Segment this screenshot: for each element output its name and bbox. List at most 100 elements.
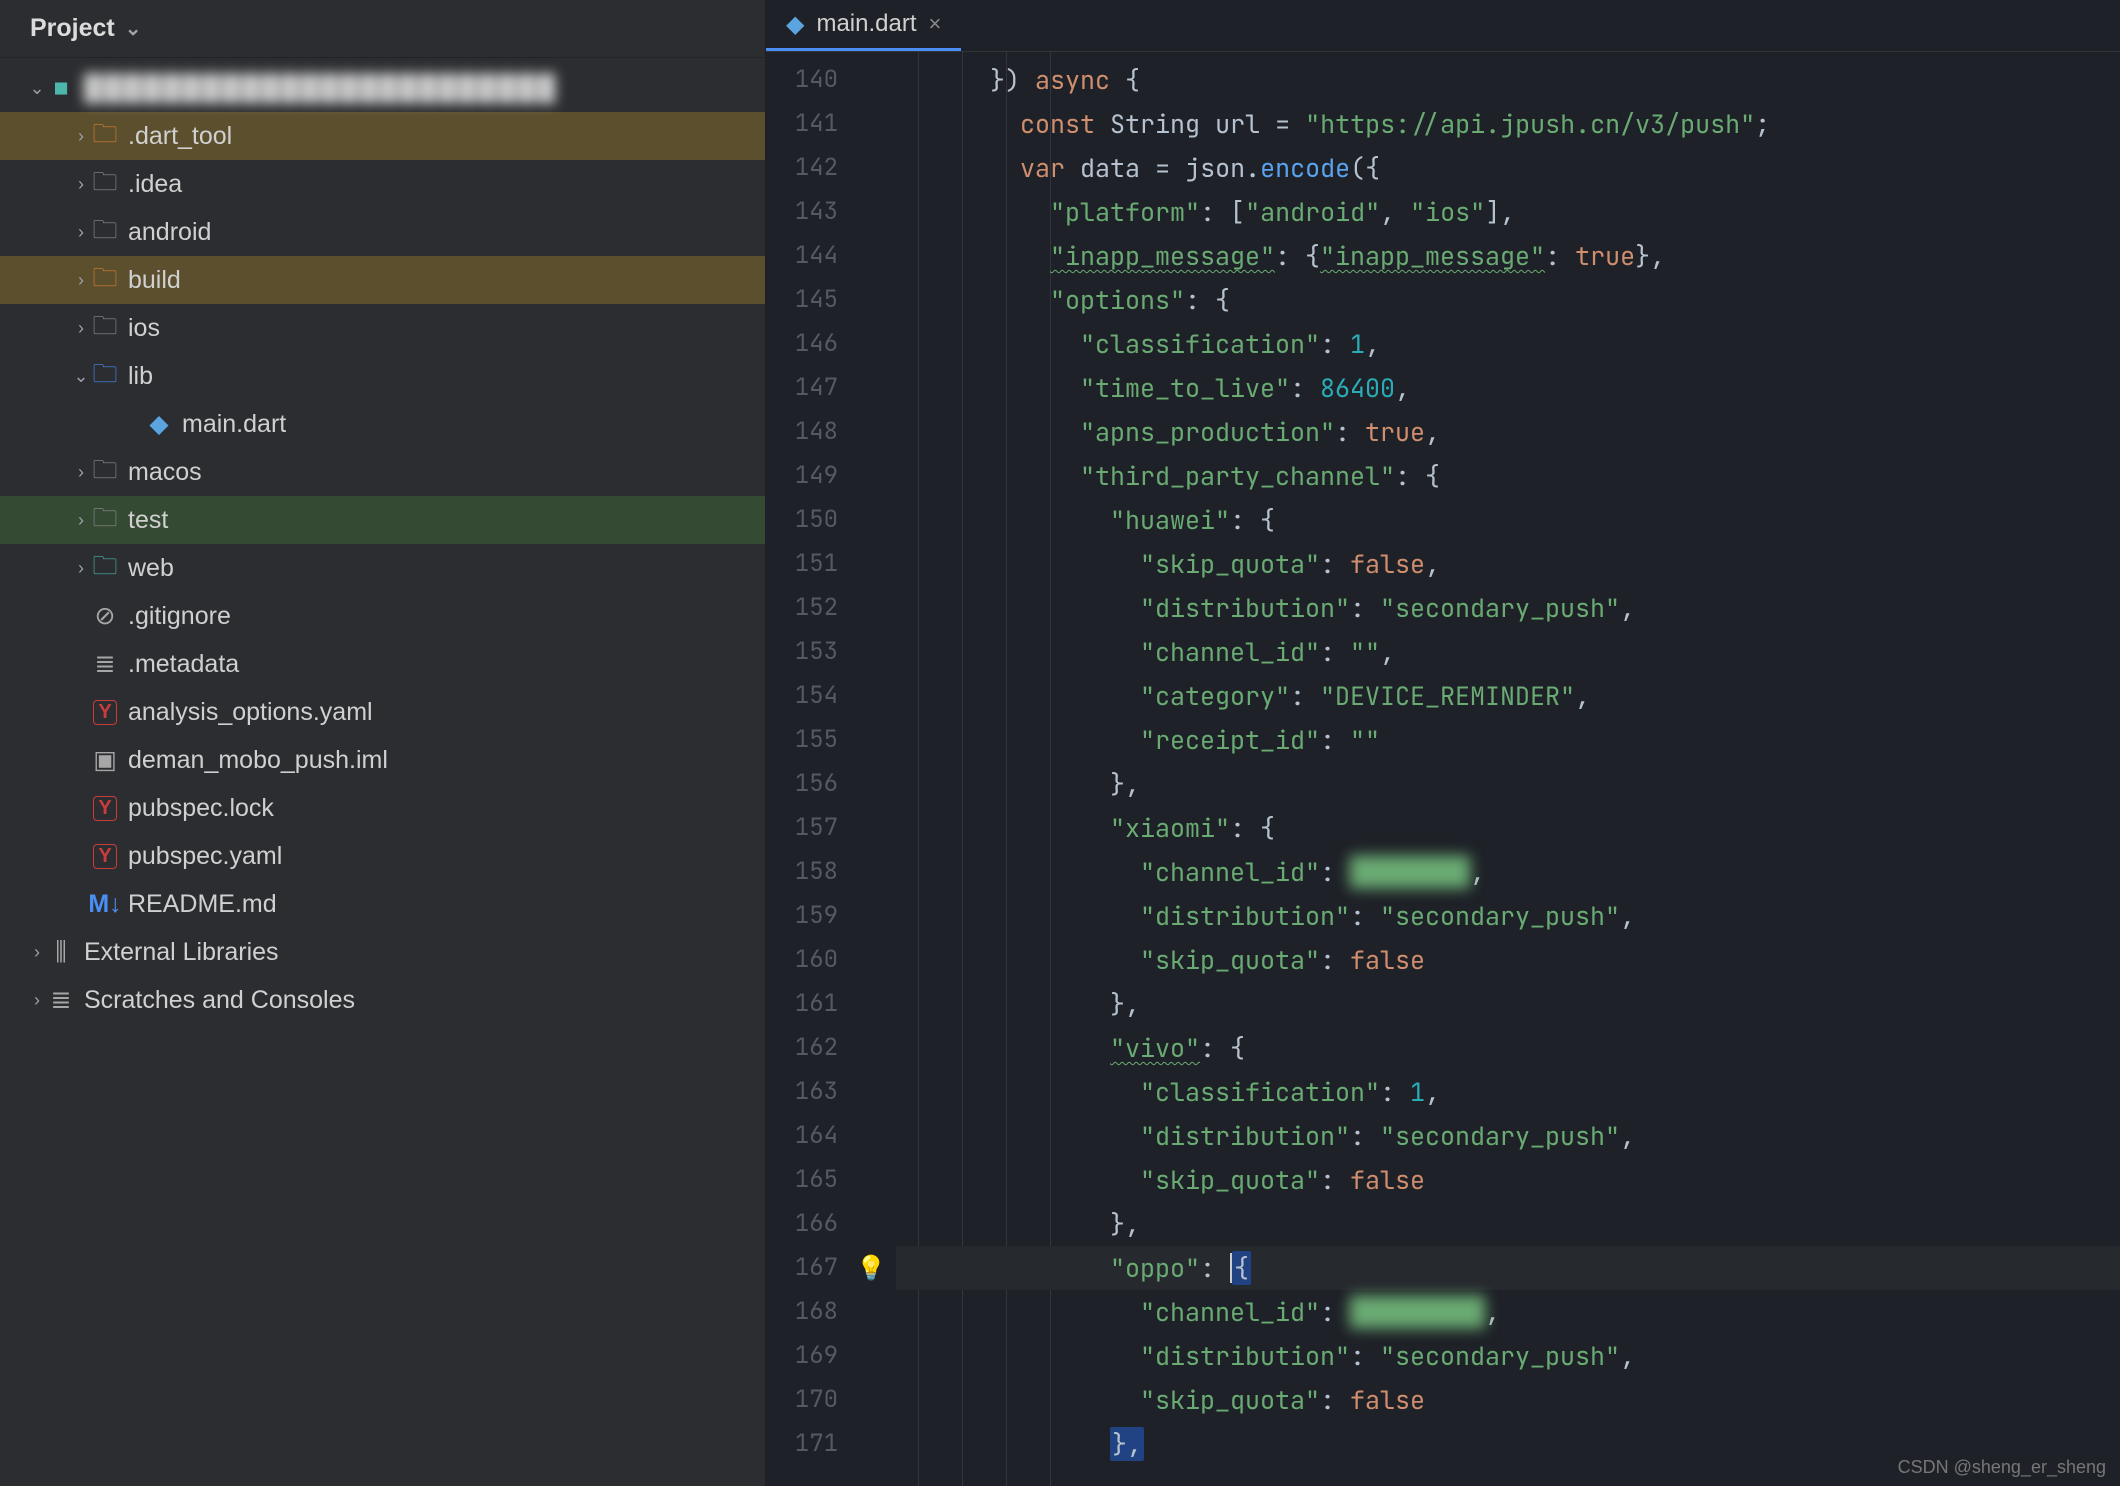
tree-item-pubspec-yaml[interactable]: Y pubspec.yaml	[0, 832, 765, 880]
code-line[interactable]: "channel_id": "",	[896, 630, 2120, 674]
tab-main-dart[interactable]: ◆ main.dart ×	[766, 0, 961, 51]
code-line[interactable]: "apns_production": true,	[896, 410, 2120, 454]
code-line[interactable]: "classification": 1,	[896, 322, 2120, 366]
folder-icon: 🗀	[92, 115, 118, 158]
code-line[interactable]: const String url = "https://api.jpush.cn…	[896, 102, 2120, 146]
code-line[interactable]: "xiaomi": {	[896, 806, 2120, 850]
gitignore-icon: ⊘	[92, 601, 118, 631]
code-line[interactable]: "options": {	[896, 278, 2120, 322]
gutter-icons: 💡	[850, 52, 896, 1486]
code-line[interactable]: },	[896, 762, 2120, 806]
chevron-right-icon: ›	[70, 510, 92, 531]
tree-item-android[interactable]: › 🗀 android	[0, 208, 765, 256]
tree-item-iml[interactable]: ▣ deman_mobo_push.iml	[0, 736, 765, 784]
chevron-right-icon: ›	[70, 318, 92, 339]
tree-external-libraries[interactable]: › ⫼ External Libraries	[0, 928, 765, 976]
close-icon[interactable]: ×	[929, 11, 942, 37]
code-line[interactable]: "distribution": "secondary_push",	[896, 586, 2120, 630]
tree-item-main-dart[interactable]: ◆ main.dart	[0, 400, 765, 448]
code-line[interactable]: "inapp_message": {"inapp_message": true}…	[896, 234, 2120, 278]
tree-item-label: ios	[128, 314, 160, 343]
line-number: 150	[766, 498, 850, 542]
code-line[interactable]: "receipt_id": ""	[896, 718, 2120, 762]
line-number: 168	[766, 1290, 850, 1334]
code-line[interactable]: },	[896, 982, 2120, 1026]
tree-item-analysis-options[interactable]: Y analysis_options.yaml	[0, 688, 765, 736]
line-number: 142	[766, 146, 850, 190]
code-line[interactable]: }) async {	[896, 58, 2120, 102]
tree-item-metadata[interactable]: ≣ .metadata	[0, 640, 765, 688]
line-number-gutter: 1401411421431441451461471481491501511521…	[766, 52, 850, 1486]
line-number: 141	[766, 102, 850, 146]
line-number: 143	[766, 190, 850, 234]
editor-tabs: ◆ main.dart ×	[766, 0, 2120, 52]
line-number: 149	[766, 454, 850, 498]
tree-item-readme[interactable]: M↓ README.md	[0, 880, 765, 928]
code-line[interactable]: "channel_id": ████████,	[896, 850, 2120, 894]
line-number: 152	[766, 586, 850, 630]
code-line[interactable]: "category": "DEVICE_REMINDER",	[896, 674, 2120, 718]
sidebar-header[interactable]: Project ⌄	[0, 0, 765, 58]
tree-item-pubspec-lock[interactable]: Y pubspec.lock	[0, 784, 765, 832]
tree-item-build[interactable]: › 🗀 build	[0, 256, 765, 304]
code-line[interactable]: "skip_quota": false	[896, 1158, 2120, 1202]
line-number: 158	[766, 850, 850, 894]
code-line[interactable]: },	[896, 1202, 2120, 1246]
code-editor[interactable]: }) async { const String url = "https://a…	[896, 52, 2120, 1486]
tree-item-label: External Libraries	[84, 938, 279, 967]
chevron-right-icon: ›	[70, 462, 92, 483]
intention-bulb-icon[interactable]: 💡	[856, 1254, 886, 1283]
tree-item-gitignore[interactable]: ⊘ .gitignore	[0, 592, 765, 640]
folder-icon: 🗀	[92, 163, 118, 206]
line-number: 159	[766, 894, 850, 938]
tree-item-label: main.dart	[182, 410, 286, 439]
code-line[interactable]: "distribution": "secondary_push",	[896, 1114, 2120, 1158]
tree-item-lib[interactable]: ⌄ 🗀 lib	[0, 352, 765, 400]
tree-item-label: .gitignore	[128, 602, 231, 631]
tree-item-test[interactable]: › 🗀 test	[0, 496, 765, 544]
line-number: 157	[766, 806, 850, 850]
code-area[interactable]: 1401411421431441451461471481491501511521…	[766, 52, 2120, 1486]
line-number: 160	[766, 938, 850, 982]
folder-icon: 🗀	[92, 547, 118, 590]
library-icon: ⫼	[48, 938, 74, 967]
tree-item-idea[interactable]: › 🗀 .idea	[0, 160, 765, 208]
code-line[interactable]: "distribution": "secondary_push",	[896, 1334, 2120, 1378]
code-line[interactable]: "vivo": {	[896, 1026, 2120, 1070]
tree-item-label: lib	[128, 362, 153, 391]
line-number: 148	[766, 410, 850, 454]
line-number: 156	[766, 762, 850, 806]
tree-item-label: README.md	[128, 890, 277, 919]
tree-root[interactable]: ⌄ ■ ████████████████████████	[0, 64, 765, 112]
code-line[interactable]: "channel_id": █████████,	[896, 1290, 2120, 1334]
tree-item-web[interactable]: › 🗀 web	[0, 544, 765, 592]
folder-icon: 🗀	[92, 307, 118, 350]
line-number: 161	[766, 982, 850, 1026]
line-number: 145	[766, 278, 850, 322]
code-line[interactable]: "skip_quota": false	[896, 1378, 2120, 1422]
code-line[interactable]: "skip_quota": false	[896, 938, 2120, 982]
tree-item-label: test	[128, 506, 168, 535]
line-number: 154	[766, 674, 850, 718]
tree-scratches[interactable]: › ≣ Scratches and Consoles	[0, 976, 765, 1024]
code-line[interactable]: "classification": 1,	[896, 1070, 2120, 1114]
code-line[interactable]: "huawei": {	[896, 498, 2120, 542]
code-line-current[interactable]: "oppo": {	[896, 1246, 2120, 1290]
code-line[interactable]: var data = json.encode({	[896, 146, 2120, 190]
project-tree[interactable]: ⌄ ■ ████████████████████████ › 🗀 .dart_t…	[0, 58, 765, 1486]
tree-item-label: analysis_options.yaml	[128, 698, 373, 727]
code-line[interactable]: "skip_quota": false,	[896, 542, 2120, 586]
code-line[interactable]: "platform": ["android", "ios"],	[896, 190, 2120, 234]
line-number: 167	[766, 1246, 850, 1290]
folder-icon: 🗀	[92, 499, 118, 542]
code-line[interactable]: "time_to_live": 86400,	[896, 366, 2120, 410]
chevron-down-icon: ⌄	[125, 16, 142, 41]
tab-label: main.dart	[816, 10, 916, 38]
tree-item-macos[interactable]: › 🗀 macos	[0, 448, 765, 496]
tree-item-ios[interactable]: › 🗀 ios	[0, 304, 765, 352]
tree-item-dart-tool[interactable]: › 🗀 .dart_tool	[0, 112, 765, 160]
code-line[interactable]: "third_party_channel": {	[896, 454, 2120, 498]
line-number: 164	[766, 1114, 850, 1158]
code-line[interactable]: "distribution": "secondary_push",	[896, 894, 2120, 938]
folder-icon: 🗀	[92, 355, 118, 398]
